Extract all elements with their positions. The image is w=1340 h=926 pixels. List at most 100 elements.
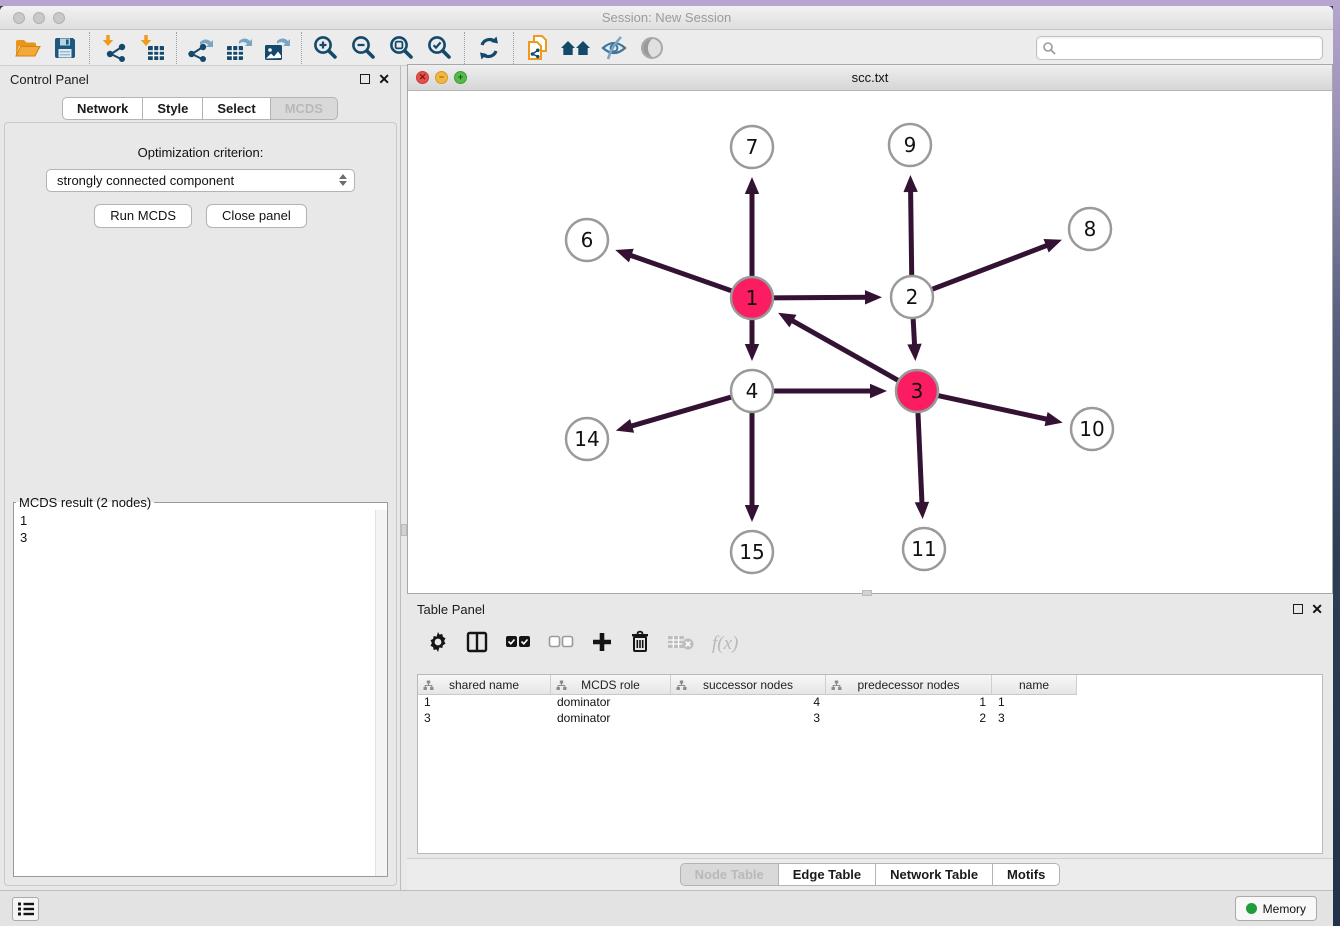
- graph-edge-arrowhead: [745, 177, 759, 194]
- add-icon[interactable]: [591, 631, 613, 658]
- graph-edge-arrowhead: [615, 249, 633, 263]
- close-icon[interactable]: ✕: [416, 71, 429, 84]
- criterion-select[interactable]: strongly connected component: [46, 169, 355, 192]
- first-neighbors-icon[interactable]: [557, 31, 595, 65]
- cell-predecessor-nodes[interactable]: 2: [826, 711, 992, 727]
- memory-label: Memory: [1263, 902, 1306, 916]
- column-header-predecessor-nodes[interactable]: predecessor nodes: [826, 675, 992, 695]
- export-network-icon[interactable]: [182, 31, 220, 65]
- network-view-title: scc.txt: [408, 70, 1332, 85]
- search-icon: [1042, 41, 1056, 60]
- network-view-titlebar[interactable]: ✕ − + scc.txt: [408, 65, 1332, 91]
- show-panels-button[interactable]: [12, 897, 39, 921]
- minimize-icon[interactable]: −: [435, 71, 448, 84]
- float-table-panel-icon[interactable]: [1293, 604, 1303, 614]
- cell-shared-name[interactable]: 3: [418, 711, 551, 727]
- graph-edge[interactable]: [628, 254, 735, 291]
- export-image-icon[interactable]: [258, 31, 296, 65]
- cell-mcds-role[interactable]: dominator: [551, 711, 671, 727]
- column-header-name[interactable]: name: [992, 675, 1077, 695]
- mcds-result-list[interactable]: 1 3: [14, 510, 387, 548]
- import-table-icon[interactable]: [133, 31, 171, 65]
- search-input[interactable]: [1036, 36, 1323, 60]
- run-mcds-button[interactable]: Run MCDS: [94, 204, 192, 228]
- cell-mcds-role[interactable]: dominator: [551, 695, 671, 711]
- zoom-selected-icon[interactable]: [421, 31, 459, 65]
- float-panel-icon[interactable]: [360, 74, 370, 84]
- graph-edge[interactable]: [789, 319, 900, 382]
- tab-network-table[interactable]: Network Table: [875, 863, 992, 886]
- clone-network-icon[interactable]: [519, 31, 557, 65]
- graph-edge[interactable]: [911, 188, 912, 278]
- save-session-icon[interactable]: [46, 31, 84, 65]
- zoom-fit-icon[interactable]: [383, 31, 421, 65]
- column-header-shared-name[interactable]: shared name: [418, 675, 551, 695]
- graph-edge[interactable]: [936, 395, 1050, 420]
- close-panel-icon[interactable]: ✕: [378, 74, 390, 84]
- close-table-panel-icon[interactable]: ✕: [1311, 604, 1323, 614]
- network-graph[interactable]: 7968124314101511: [408, 91, 1332, 593]
- tab-motifs[interactable]: Motifs: [992, 863, 1060, 886]
- delete-icon[interactable]: [630, 630, 650, 659]
- columns-icon[interactable]: [466, 631, 488, 658]
- graph-node-label: 9: [904, 133, 917, 157]
- table-panel-title: Table Panel: [417, 602, 485, 617]
- gear-icon[interactable]: [427, 631, 449, 658]
- export-table-icon[interactable]: [220, 31, 258, 65]
- tab-node-table[interactable]: Node Table: [680, 863, 778, 886]
- table-tabs-bar: Node Table Edge Table Network Table Moti…: [407, 858, 1333, 890]
- cell-successor-nodes[interactable]: 4: [671, 695, 826, 711]
- close-panel-button[interactable]: Close panel: [206, 204, 307, 228]
- graph-edge[interactable]: [628, 396, 733, 427]
- graph-node-label: 11: [911, 537, 936, 561]
- eye-disabled-icon[interactable]: [633, 31, 671, 65]
- hide-selected-icon[interactable]: [595, 31, 633, 65]
- graph-edge[interactable]: [913, 316, 915, 348]
- graph-edge-arrowhead: [865, 290, 882, 304]
- select-all-icon[interactable]: [505, 635, 531, 654]
- app-titlebar[interactable]: Session: New Session: [0, 6, 1333, 30]
- toolbar-separator: [301, 32, 302, 64]
- tab-mcds[interactable]: MCDS: [270, 97, 338, 120]
- graph-edge-arrowhead: [870, 384, 887, 398]
- function-builder-icon[interactable]: f(x): [712, 633, 738, 655]
- network-canvas[interactable]: 7968124314101511: [408, 91, 1332, 593]
- cell-successor-nodes[interactable]: 3: [671, 711, 826, 727]
- zoom-icon[interactable]: +: [454, 71, 467, 84]
- desktop-right-strip: [1333, 0, 1340, 926]
- open-session-icon[interactable]: [8, 31, 46, 65]
- mcds-scrollbar[interactable]: [375, 510, 387, 876]
- table-row[interactable]: 3 dominator 3 2 3: [418, 711, 1322, 727]
- cell-predecessor-nodes[interactable]: 1: [826, 695, 992, 711]
- graph-edge[interactable]: [918, 410, 922, 506]
- graph-edge[interactable]: [930, 244, 1050, 290]
- cell-shared-name[interactable]: 1: [418, 695, 551, 711]
- deselect-all-icon[interactable]: [548, 635, 574, 654]
- memory-button[interactable]: Memory: [1235, 896, 1317, 921]
- graph-edge-arrowhead: [907, 344, 921, 361]
- cell-name[interactable]: 1: [992, 695, 1077, 711]
- delete-table-icon[interactable]: [667, 632, 695, 657]
- tab-network[interactable]: Network: [62, 97, 142, 120]
- column-header-successor-nodes[interactable]: successor nodes: [671, 675, 826, 695]
- network-view-window: ✕ − + scc.txt 7968124314101511: [407, 64, 1333, 594]
- tab-select[interactable]: Select: [202, 97, 269, 120]
- graph-edge-arrowhead: [915, 502, 929, 519]
- list-icon: [16, 900, 36, 918]
- zoom-out-icon[interactable]: [345, 31, 383, 65]
- column-header-mcds-role[interactable]: MCDS role: [551, 675, 671, 695]
- main-toolbar: [0, 30, 1333, 66]
- graph-node-label: 6: [581, 228, 594, 252]
- mcds-result-title: MCDS result (2 nodes): [16, 495, 154, 510]
- vertical-splitter-handle[interactable]: [401, 524, 407, 536]
- graph-edge[interactable]: [771, 297, 869, 298]
- table-row[interactable]: 1 dominator 4 1 1: [418, 695, 1322, 711]
- mcds-result-box: MCDS result (2 nodes) 1 3: [13, 495, 388, 877]
- tab-edge-table[interactable]: Edge Table: [778, 863, 875, 886]
- refresh-layout-icon[interactable]: [470, 31, 508, 65]
- tab-style[interactable]: Style: [142, 97, 202, 120]
- zoom-in-icon[interactable]: [307, 31, 345, 65]
- import-network-icon[interactable]: [95, 31, 133, 65]
- node-table-header: shared name MCDS role successor nodes pr…: [418, 675, 1322, 695]
- cell-name[interactable]: 3: [992, 711, 1077, 727]
